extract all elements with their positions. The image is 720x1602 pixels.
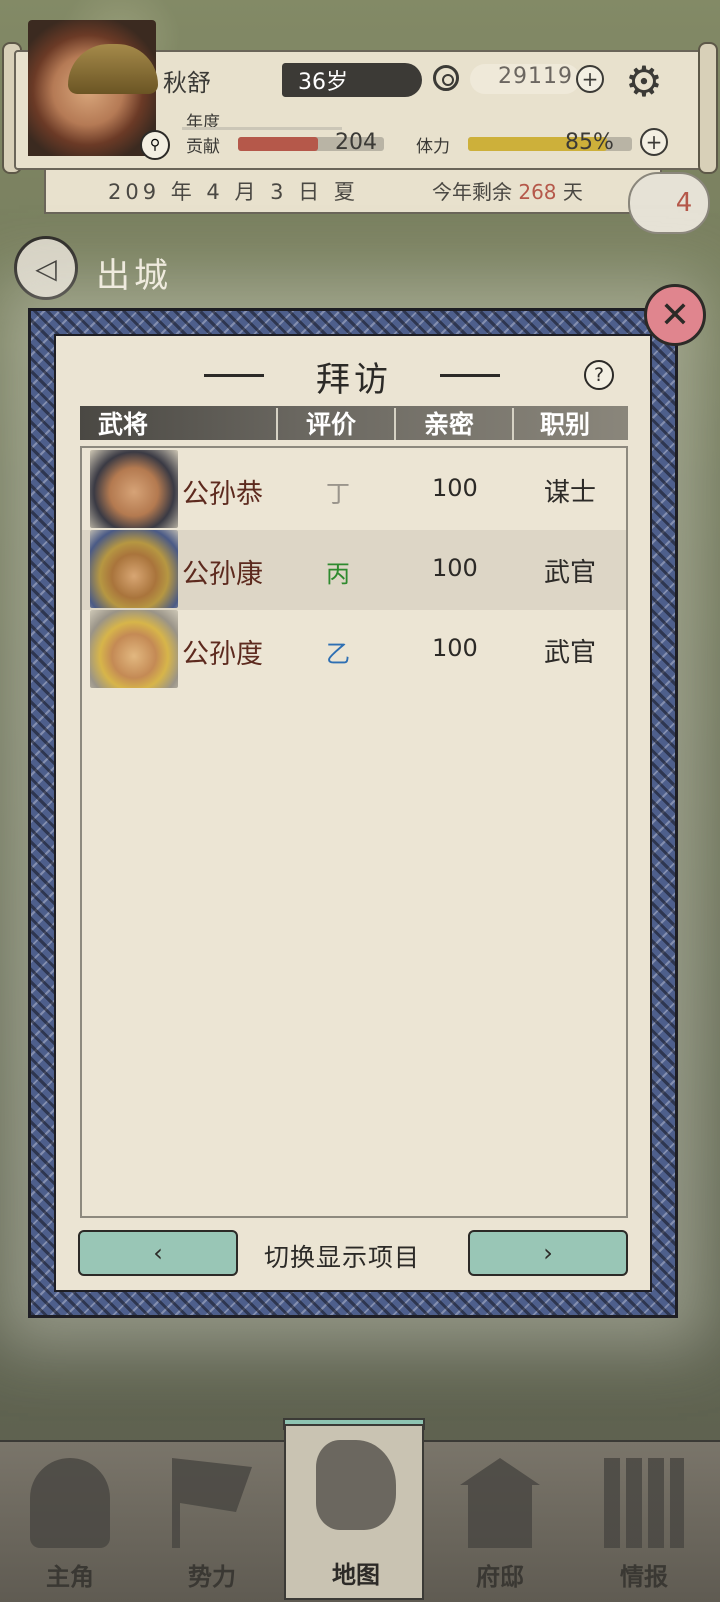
general-grade: 丙 <box>326 560 350 588</box>
list-item[interactable]: 公孙度 乙 100 武官 <box>82 610 626 690</box>
flag-icon <box>172 1458 252 1548</box>
gear-icon[interactable]: ⚙ <box>620 58 668 106</box>
search-icon[interactable]: ⚲ <box>140 130 170 160</box>
title-ornament-right <box>440 374 500 377</box>
add-energy-button[interactable]: + <box>640 128 668 156</box>
scroll-ornament-right <box>698 42 718 174</box>
close-icon[interactable]: ✕ <box>644 284 706 346</box>
general-name: 公孙康 <box>182 559 263 590</box>
player-name: 秋舒 <box>163 69 211 97</box>
help-icon[interactable]: ? <box>584 360 614 390</box>
list-item[interactable]: 公孙康 丙 100 武官 <box>82 530 626 610</box>
col-header-grade[interactable]: 评价 <box>306 405 356 441</box>
turn-badge[interactable]: 4 <box>628 172 710 234</box>
general-closeness: 100 <box>432 474 478 502</box>
energy-value: 85% <box>565 130 614 155</box>
map-icon <box>316 1440 396 1530</box>
tab-label: 主角 <box>46 1563 94 1591</box>
bamboo-scroll-icon <box>604 1458 684 1548</box>
turn-badge-count: 4 <box>675 188 693 218</box>
current-date: 209 年 4 月 3 日 夏 <box>108 180 359 204</box>
contribution-fill <box>238 137 319 151</box>
general-closeness: 100 <box>432 554 478 582</box>
col-header-role[interactable]: 职别 <box>540 405 590 441</box>
general-portrait <box>90 450 178 528</box>
warrior-icon <box>30 1458 110 1548</box>
tab-map[interactable]: 地图 <box>284 1424 424 1600</box>
add-money-button[interactable]: + <box>576 65 604 93</box>
tab-mansion[interactable]: 府邸 <box>430 1444 570 1600</box>
prev-page-button[interactable]: ‹ <box>78 1230 238 1276</box>
player-age: 36岁 <box>282 63 422 97</box>
contribution-label: 贡献 <box>186 137 220 157</box>
back-label[interactable]: 出城 <box>96 248 172 297</box>
days-remaining-number: 268 <box>518 180 557 204</box>
general-name: 公孙度 <box>182 639 263 670</box>
general-grade: 丁 <box>326 480 350 508</box>
column-divider <box>276 408 278 440</box>
next-page-button[interactable]: › <box>468 1230 628 1276</box>
helmet-shape <box>68 44 158 94</box>
energy-label: 体力 <box>416 137 450 157</box>
tab-label: 府邸 <box>476 1563 524 1591</box>
general-role: 武官 <box>544 558 597 588</box>
column-divider <box>512 408 514 440</box>
money-value: 29119 <box>498 64 573 89</box>
col-header-general[interactable]: 武将 <box>98 405 148 441</box>
general-role: 武官 <box>544 638 597 668</box>
contribution-value: 204 <box>335 130 377 155</box>
coin-icon <box>433 65 459 91</box>
general-grade: 乙 <box>326 640 350 668</box>
back-arrow-icon[interactable]: ◁ <box>14 236 78 300</box>
tab-label: 地图 <box>332 1561 380 1589</box>
general-role: 谋士 <box>544 478 597 508</box>
tab-intel[interactable]: 情报 <box>574 1444 714 1600</box>
days-remaining-suffix: 天 <box>556 180 583 204</box>
days-remaining-prefix: 今年剩余 <box>432 180 519 204</box>
general-portrait <box>90 610 178 688</box>
column-divider <box>394 408 396 440</box>
player-avatar[interactable] <box>28 20 158 156</box>
tab-label: 情报 <box>620 1563 668 1591</box>
dialog-title: 拜访 <box>316 360 392 400</box>
building-icon <box>460 1458 540 1548</box>
year-progress-line <box>182 127 342 130</box>
list-item[interactable]: 公孙恭 丁 100 谋士 <box>82 450 626 530</box>
col-header-closeness[interactable]: 亲密 <box>424 405 474 441</box>
general-closeness: 100 <box>432 634 478 662</box>
tab-label: 势力 <box>188 1563 236 1591</box>
title-ornament-left <box>204 374 264 377</box>
days-remaining: 今年剩余 268 天 <box>432 176 583 205</box>
tab-faction[interactable]: 势力 <box>142 1444 282 1600</box>
general-name: 公孙恭 <box>182 479 263 510</box>
switch-display-label: 切换显示项目 <box>264 1243 421 1272</box>
tab-protagonist[interactable]: 主角 <box>0 1444 140 1600</box>
general-portrait <box>90 530 178 608</box>
